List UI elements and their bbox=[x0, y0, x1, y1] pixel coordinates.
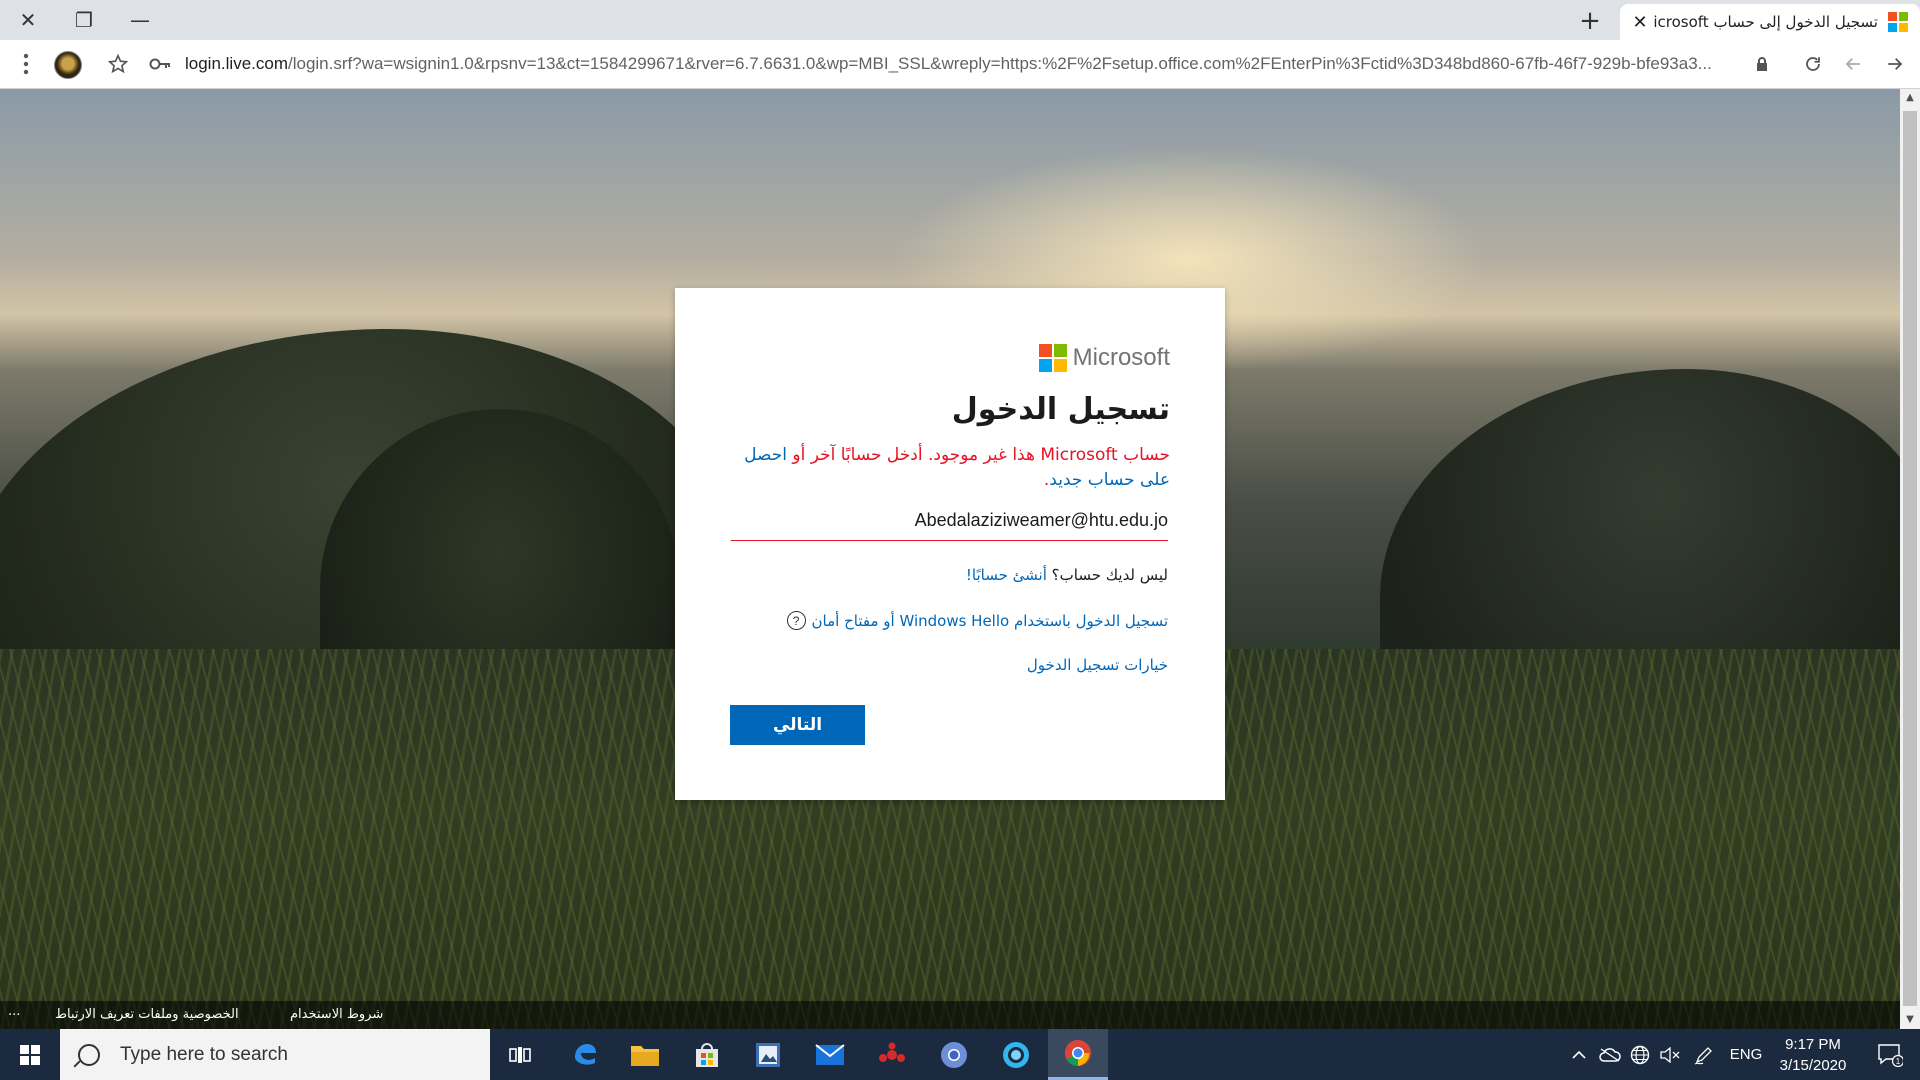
scroll-up-icon[interactable]: ▲ bbox=[1900, 89, 1920, 107]
browser-titlebar: ✕ ❐ — + تسجيل الدخول إلى حساب Microsoft … bbox=[0, 0, 1920, 40]
next-button[interactable]: التالي bbox=[730, 705, 865, 745]
close-icon: ✕ bbox=[19, 8, 37, 32]
file-explorer-icon[interactable] bbox=[615, 1029, 675, 1080]
plus-icon: + bbox=[1579, 6, 1601, 36]
volume-muted-icon[interactable] bbox=[1656, 1029, 1684, 1080]
clock-date: 3/15/2020 bbox=[1779, 1057, 1847, 1074]
url-host: login.live.com bbox=[185, 54, 288, 73]
notification-count: 1 bbox=[1896, 1057, 1901, 1066]
error-text: حساب Microsoft هذا غير موجود. أدخل حسابً… bbox=[792, 445, 1170, 465]
tab-close-button[interactable]: ✕ bbox=[1626, 12, 1654, 33]
page-title: تسجيل الدخول bbox=[951, 392, 1170, 427]
restore-window-button[interactable]: ❐ bbox=[56, 0, 112, 40]
store-icon[interactable] bbox=[677, 1029, 737, 1080]
mail-icon[interactable] bbox=[800, 1029, 860, 1080]
forward-icon[interactable] bbox=[1838, 40, 1868, 88]
privacy-link[interactable]: الخصوصية وملفات تعريف الارتباط bbox=[55, 1007, 239, 1022]
microsoft-logo-icon bbox=[1038, 344, 1067, 372]
language-indicator[interactable]: ENG bbox=[1724, 1029, 1768, 1080]
network-globe-icon[interactable] bbox=[1626, 1029, 1654, 1080]
photo-app-icon[interactable] bbox=[738, 1029, 798, 1080]
messenger-app-icon[interactable] bbox=[986, 1029, 1046, 1080]
windows-taskbar: Type here to search ENG 9:17 PM 3/15/202… bbox=[0, 1029, 1920, 1080]
clock-time: 9:17 PM bbox=[1785, 1036, 1841, 1053]
scroll-down-icon[interactable]: ▼ bbox=[1900, 1011, 1920, 1029]
page-scrollbar[interactable]: ▲ ▼ bbox=[1900, 89, 1920, 1029]
profile-avatar[interactable] bbox=[54, 51, 82, 79]
onedrive-icon[interactable] bbox=[1596, 1029, 1624, 1080]
no-account-row: ليس لديك حساب؟ أنشئ حسابًا! bbox=[966, 566, 1168, 584]
address-bar[interactable]: login.live.com/login.srf?wa=wsignin1.0&r… bbox=[185, 40, 1745, 88]
action-center-icon[interactable]: 1 bbox=[1868, 1029, 1912, 1080]
tab-title: تسجيل الدخول إلى حساب Microsoft bbox=[1654, 13, 1878, 31]
signin-options-link[interactable]: خيارات تسجيل الدخول bbox=[1027, 656, 1168, 674]
menu-dots-icon[interactable] bbox=[14, 40, 38, 88]
bookmark-star-icon[interactable] bbox=[104, 40, 132, 88]
edge-browser-icon[interactable] bbox=[555, 1029, 615, 1080]
start-button[interactable] bbox=[0, 1029, 60, 1080]
windows-logo-icon bbox=[20, 1044, 40, 1065]
search-placeholder: Type here to search bbox=[120, 1043, 288, 1065]
no-account-label: ليس لديك حساب؟ bbox=[1051, 566, 1168, 584]
signin-options-row: خيارات تسجيل الدخول bbox=[1027, 656, 1168, 674]
windows-hello-link[interactable]: تسجيل الدخول باستخدام Windows Hello أو م… bbox=[812, 612, 1168, 630]
chromium-icon[interactable] bbox=[924, 1029, 984, 1080]
scroll-thumb[interactable] bbox=[1903, 111, 1917, 1006]
create-account-link[interactable]: أنشئ حسابًا! bbox=[966, 566, 1047, 584]
show-hidden-icons-chevron-icon[interactable] bbox=[1566, 1029, 1592, 1080]
red-app-icon[interactable] bbox=[862, 1029, 922, 1080]
brand-name: Microsoft bbox=[1072, 344, 1170, 371]
key-icon[interactable] bbox=[146, 40, 174, 88]
taskbar-search[interactable]: Type here to search bbox=[60, 1029, 490, 1080]
microsoft-logo-icon bbox=[1888, 12, 1908, 32]
browser-toolbar: login.live.com/login.srf?wa=wsignin1.0&r… bbox=[0, 40, 1920, 89]
email-field-wrapper bbox=[731, 502, 1168, 541]
more-options-icon[interactable]: ... bbox=[8, 1004, 20, 1019]
minimize-window-button[interactable]: — bbox=[112, 0, 168, 40]
reload-icon[interactable] bbox=[1798, 40, 1828, 88]
task-view-icon[interactable] bbox=[490, 1029, 550, 1080]
back-icon[interactable] bbox=[1880, 40, 1910, 88]
page-footer: شروط الاستخدام الخصوصية وملفات تعريف الا… bbox=[0, 1001, 1900, 1029]
help-icon[interactable]: ? bbox=[786, 611, 806, 630]
chrome-icon[interactable] bbox=[1048, 1029, 1108, 1080]
taskbar-clock[interactable]: 9:17 PM 3/15/2020 bbox=[1768, 1034, 1858, 1076]
minimize-icon: — bbox=[130, 8, 150, 32]
error-message: حساب Microsoft هذا غير موجود. أدخل حسابً… bbox=[730, 443, 1170, 493]
url-path: /login.srf?wa=wsignin1.0&rpsnv=13&ct=158… bbox=[288, 54, 1712, 73]
close-window-button[interactable]: ✕ bbox=[0, 0, 56, 40]
new-tab-button[interactable]: + bbox=[1570, 4, 1610, 38]
email-field[interactable] bbox=[731, 502, 1168, 538]
microsoft-brand: Microsoft bbox=[1038, 344, 1170, 372]
browser-tab[interactable]: تسجيل الدخول إلى حساب Microsoft ✕ bbox=[1620, 4, 1920, 40]
windows-hello-row: تسجيل الدخول باستخدام Windows Hello أو م… bbox=[786, 611, 1168, 630]
search-icon bbox=[78, 1043, 100, 1066]
pen-ink-icon[interactable] bbox=[1690, 1029, 1718, 1080]
signin-card: Microsoft تسجيل الدخول حساب Microsoft هذ… bbox=[675, 288, 1225, 800]
terms-link[interactable]: شروط الاستخدام bbox=[290, 1007, 383, 1022]
restore-icon: ❐ bbox=[75, 8, 93, 32]
lock-icon[interactable] bbox=[1752, 40, 1772, 88]
